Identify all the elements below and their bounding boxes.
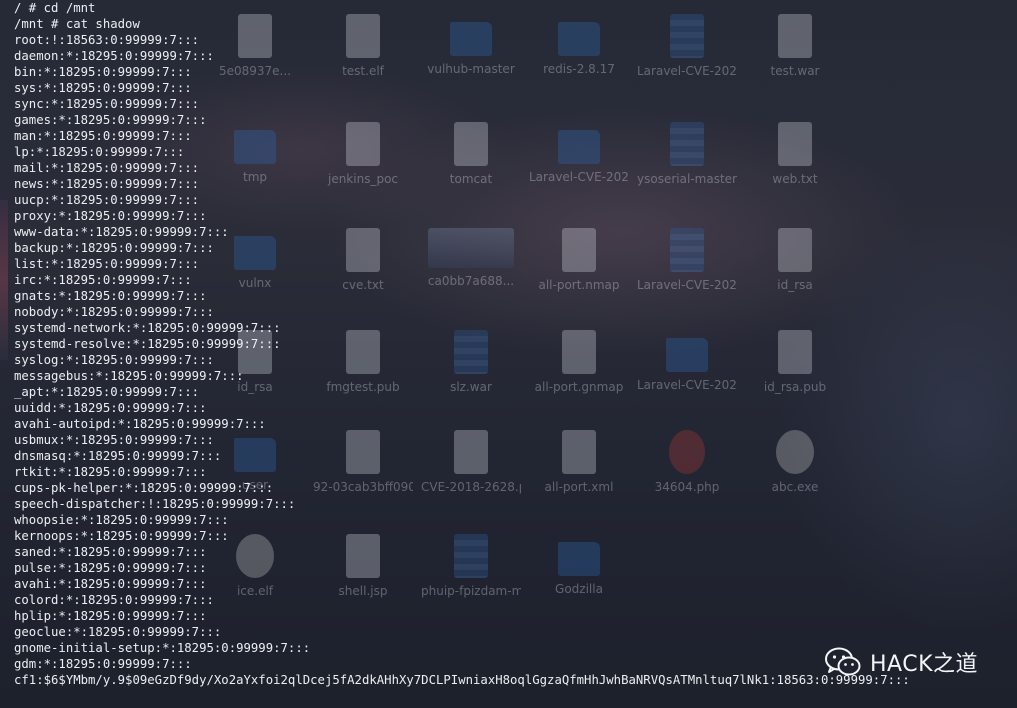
shadow-entry-line: syslog:*:18295:0:99999:7::: xyxy=(14,353,214,367)
shadow-entry-line: uuidd:*:18295:0:99999:7::: xyxy=(14,401,207,415)
shadow-entry-line: nobody:*:18295:0:99999:7::: xyxy=(14,305,214,319)
shell-command-line: /mnt # cat shadow xyxy=(14,17,140,31)
shadow-entry-line: www-data:*:18295:0:99999:7::: xyxy=(14,225,229,239)
shadow-entry-line: messagebus:*:18295:0:99999:7::: xyxy=(14,369,244,383)
shadow-entry-line: avahi-autoipd:*:18295:0:99999:7::: xyxy=(14,417,266,431)
shadow-entry-line: _apt:*:18295:0:99999:7::: xyxy=(14,385,200,399)
shadow-entry-line: dnsmasq:*:18295:0:99999:7::: xyxy=(14,449,222,463)
watermark-text: HACK之道 xyxy=(870,652,978,677)
shadow-entry-line: bin:*:18295:0:99999:7::: xyxy=(14,65,192,79)
shadow-entry-line: avahi:*:18295:0:99999:7::: xyxy=(14,577,207,591)
shadow-entry-line: rtkit:*:18295:0:99999:7::: xyxy=(14,465,207,479)
shell-command-line: / # cd /mnt xyxy=(14,1,96,15)
shadow-entry-line: backup:*:18295:0:99999:7::: xyxy=(14,241,214,255)
shadow-entry-line: man:*:18295:0:99999:7::: xyxy=(14,129,192,143)
shadow-entry-line: sync:*:18295:0:99999:7::: xyxy=(14,97,200,111)
shadow-entry-line: list:*:18295:0:99999:7::: xyxy=(14,257,200,271)
shadow-entry-line: hplip:*:18295:0:99999:7::: xyxy=(14,609,207,623)
shadow-entry-line: uucp:*:18295:0:99999:7::: xyxy=(14,193,200,207)
wechat-watermark: HACK之道 xyxy=(824,646,978,678)
shadow-entry-line: usbmux:*:18295:0:99999:7::: xyxy=(14,433,214,447)
wallpaper-edge xyxy=(0,200,8,360)
shadow-entry-line: saned:*:18295:0:99999:7::: xyxy=(14,545,207,559)
shadow-entry-line: pulse:*:18295:0:99999:7::: xyxy=(14,561,207,575)
shadow-entry-line: geoclue:*:18295:0:99999:7::: xyxy=(14,625,222,639)
shadow-entry-line: root:!:18563:0:99999:7::: xyxy=(14,33,200,47)
shadow-entry-line: whoopsie:*:18295:0:99999:7::: xyxy=(14,513,229,527)
wechat-icon xyxy=(825,647,861,676)
terminal-output[interactable]: / # cd /mnt/mnt # cat shadow root:!:18563… xyxy=(14,0,1014,688)
shadow-entry-line: kernoops:*:18295:0:99999:7::: xyxy=(14,529,229,543)
shadow-entry-line: cups-pk-helper:*:18295:0:99999:7::: xyxy=(14,481,274,495)
shadow-entry-line: sys:*:18295:0:99999:7::: xyxy=(14,81,192,95)
shadow-entry-line: daemon:*:18295:0:99999:7::: xyxy=(14,49,214,63)
shadow-entry-line: news:*:18295:0:99999:7::: xyxy=(14,177,200,191)
shadow-entry-line: mail:*:18295:0:99999:7::: xyxy=(14,161,200,175)
shadow-entry-line: colord:*:18295:0:99999:7::: xyxy=(14,593,214,607)
shadow-entry-line: irc:*:18295:0:99999:7::: xyxy=(14,273,192,287)
shadow-entry-line: lp:*:18295:0:99999:7::: xyxy=(14,145,185,159)
shadow-entry-line: speech-dispatcher:!:18295:0:99999:7::: xyxy=(14,497,296,511)
shadow-entry-line: proxy:*:18295:0:99999:7::: xyxy=(14,209,207,223)
shadow-entry-line: systemd-network:*:18295:0:99999:7::: xyxy=(14,321,281,335)
shadow-entry-line: systemd-resolve:*:18295:0:99999:7::: xyxy=(14,337,281,351)
shadow-entry-line: gnats:*:18295:0:99999:7::: xyxy=(14,289,207,303)
shadow-entry-line: games:*:18295:0:99999:7::: xyxy=(14,113,207,127)
